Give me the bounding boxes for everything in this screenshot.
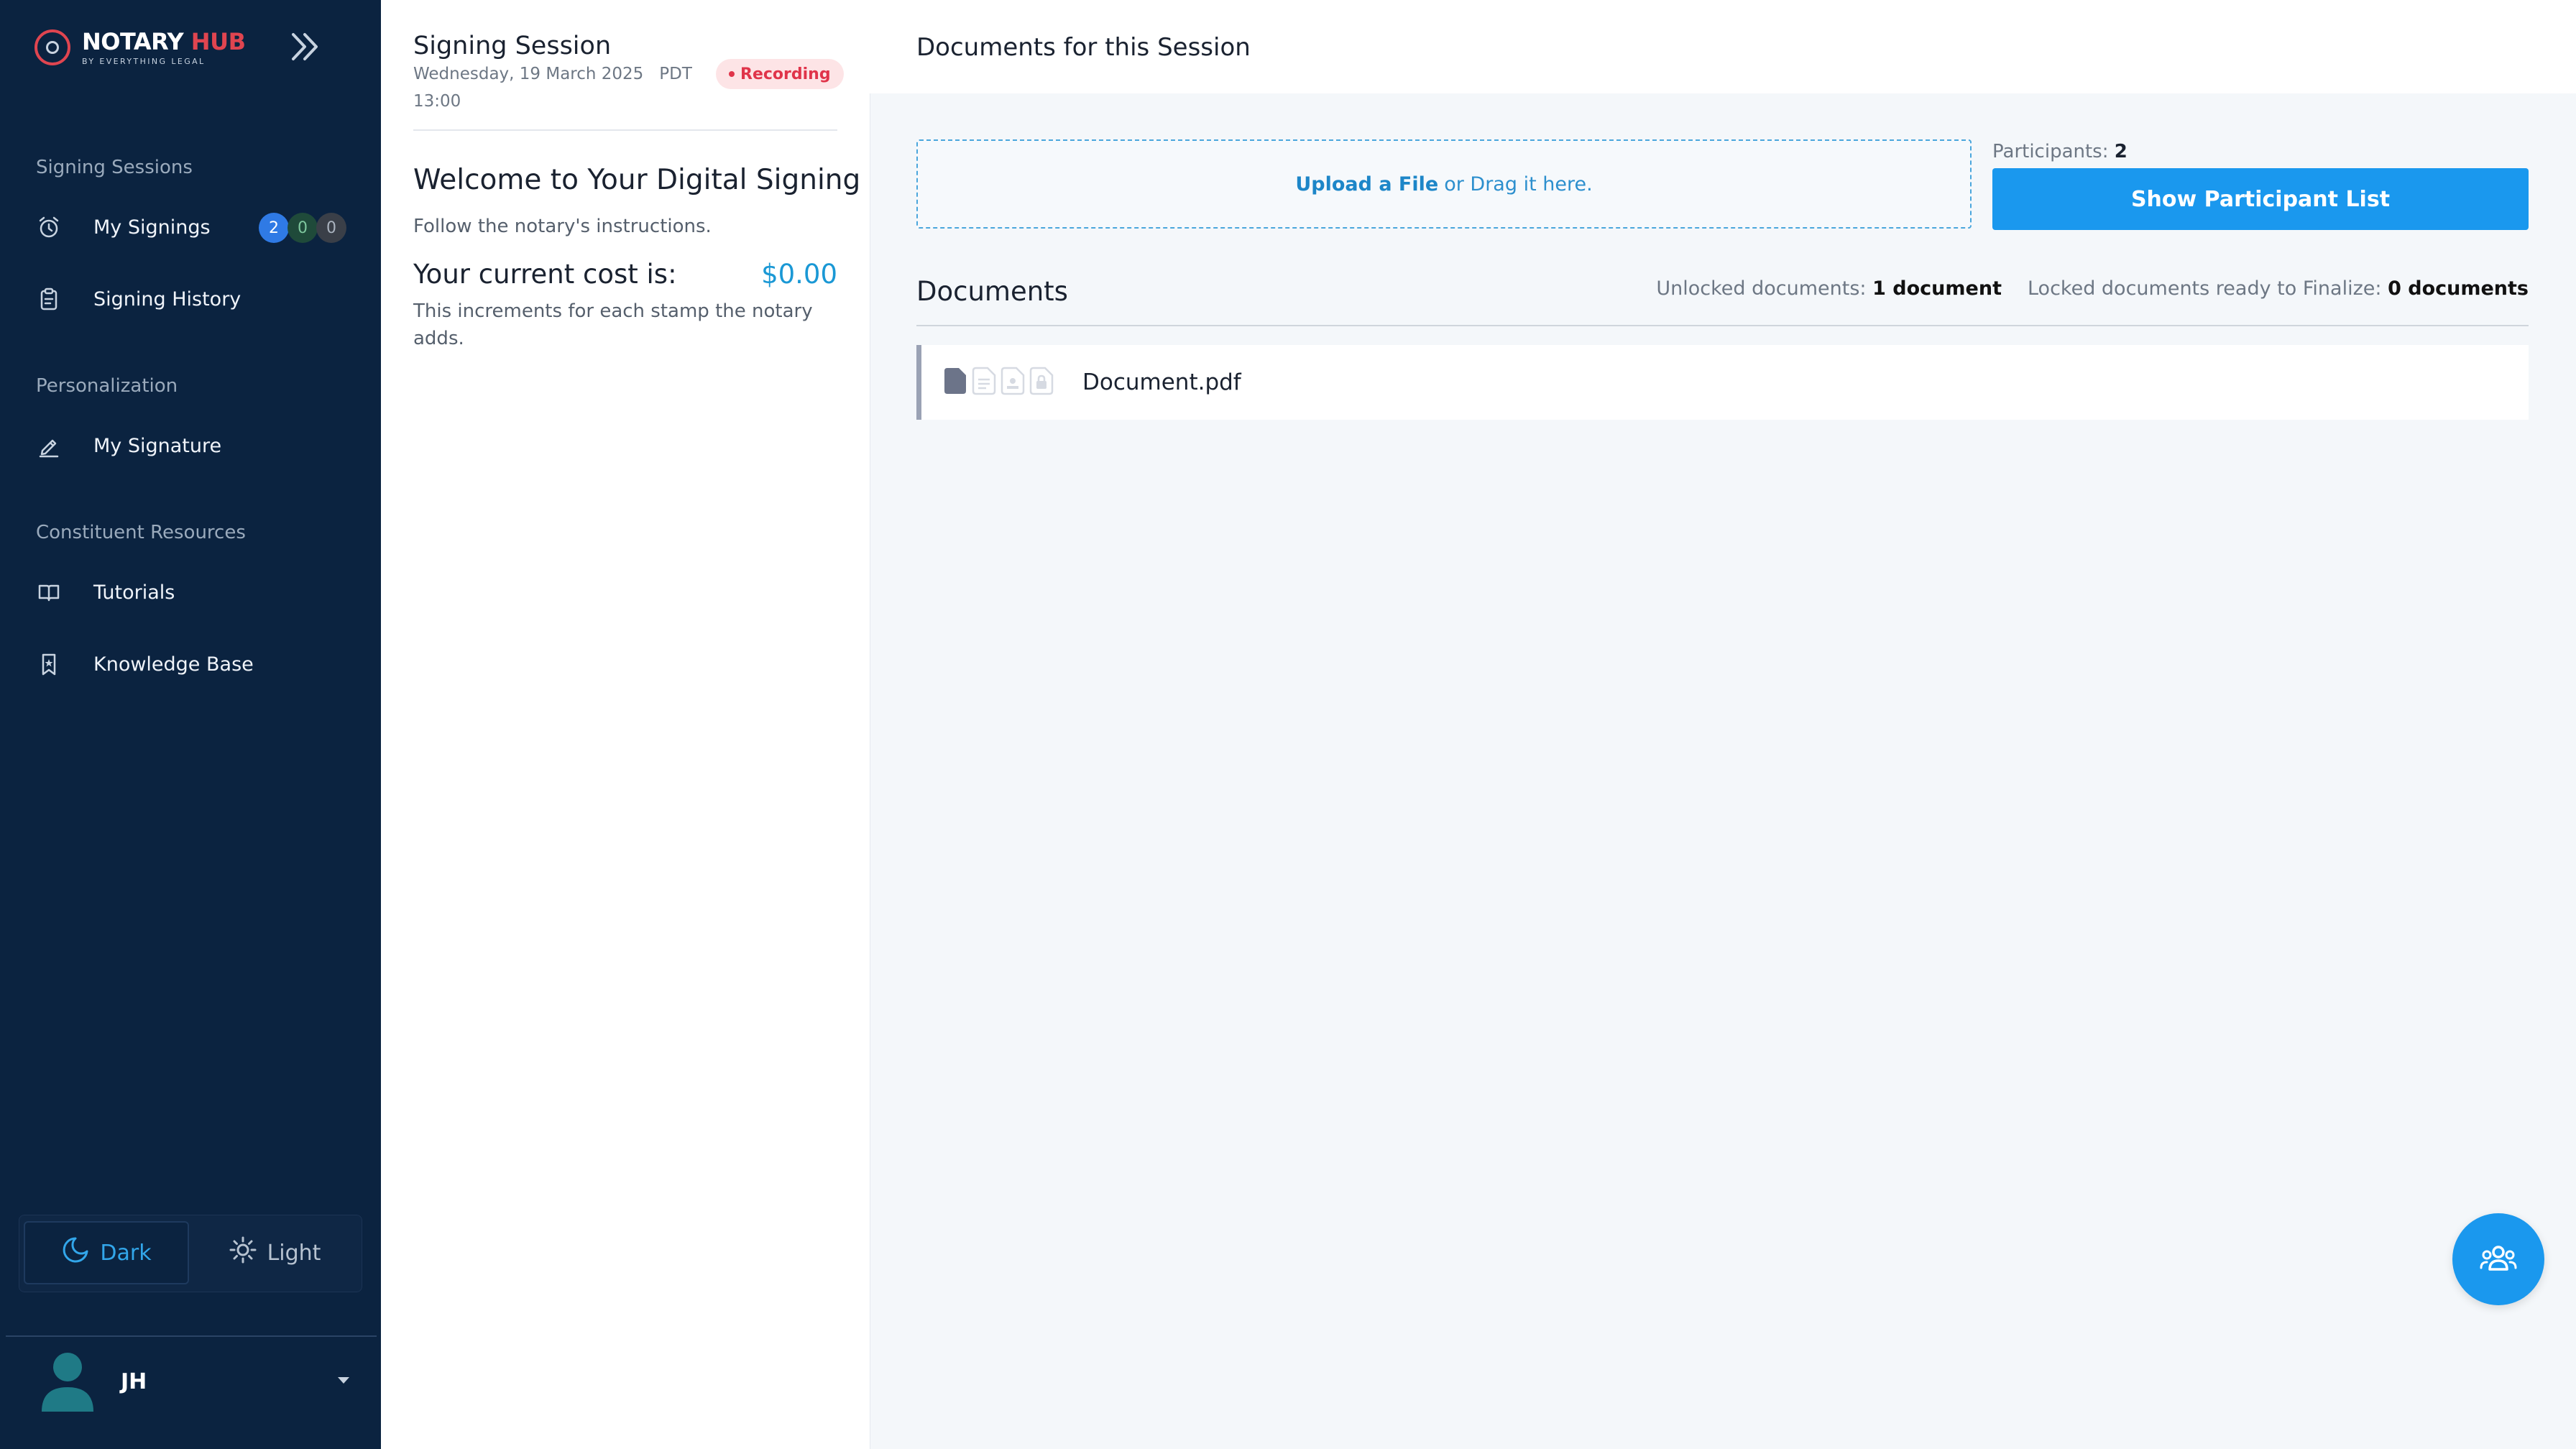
session-time: 13:00 xyxy=(413,92,461,111)
user-menu[interactable]: JH xyxy=(40,1351,349,1412)
avatar xyxy=(40,1351,95,1412)
session-panel: Signing Session Wednesday, 19 March 2025… xyxy=(381,0,870,1449)
session-title: Signing Session xyxy=(413,32,612,60)
user-initials: JH xyxy=(121,1368,147,1394)
sun-icon xyxy=(229,1236,257,1270)
user-divider xyxy=(6,1335,377,1337)
sidebar-item-tutorials[interactable]: Tutorials xyxy=(36,571,352,614)
documents-heading: Documents xyxy=(916,276,1068,307)
sidebar-item-label: Tutorials xyxy=(93,581,175,604)
main-header: Documents for this Session xyxy=(870,0,2576,93)
cost-note: This increments for each stamp the notar… xyxy=(413,300,813,349)
badge-completed: 0 xyxy=(288,213,318,243)
sidebar-item-my-signings[interactable]: My Signings 2 0 0 xyxy=(36,206,352,249)
brand-tagline: BY EVERYTHING LEGAL xyxy=(82,56,206,66)
theme-dark-button[interactable]: Dark xyxy=(24,1221,189,1284)
welcome-heading: Welcome to Your Digital Signing xyxy=(413,164,861,196)
chevron-down-icon[interactable] xyxy=(338,1377,349,1384)
badge-other: 0 xyxy=(316,213,346,243)
bookmark-icon xyxy=(36,651,62,677)
file-icon xyxy=(943,367,967,398)
users-icon xyxy=(2480,1242,2517,1276)
session-date: Wednesday, 19 March 2025 PDT xyxy=(413,65,692,83)
upload-hint: or Drag it here. xyxy=(1444,172,1593,196)
recording-dot-icon xyxy=(729,71,735,77)
document-status-icons xyxy=(943,367,1054,398)
badge-active: 2 xyxy=(259,213,289,243)
theme-light-button[interactable]: Light xyxy=(192,1221,357,1284)
brand-name: NOTARY HUB xyxy=(82,27,246,55)
clipboard-icon xyxy=(36,286,62,312)
logo-mark-icon xyxy=(34,29,70,65)
section-title-personalization: Personalization xyxy=(36,375,178,397)
participants-count: Participants: 2 xyxy=(1992,141,2128,162)
document-text-icon xyxy=(972,367,996,398)
divider xyxy=(916,325,2529,326)
sidebar-item-label: My Signature xyxy=(93,434,222,457)
upload-dropzone[interactable]: Upload a File or Drag it here. xyxy=(916,139,1972,229)
document-lock-icon xyxy=(1029,367,1054,398)
cost-value: $0.00 xyxy=(761,259,837,290)
sidebar: NOTARY HUB BY EVERYTHING LEGAL Signing S… xyxy=(0,0,381,1449)
participants-fab-button[interactable] xyxy=(2452,1213,2544,1305)
page-title: Documents for this Session xyxy=(916,33,1251,62)
document-name: Document.pdf xyxy=(1082,369,1241,395)
divider xyxy=(413,129,837,131)
theme-switcher: Dark Light xyxy=(19,1215,362,1292)
sidebar-item-label: Knowledge Base xyxy=(93,653,254,676)
alarm-clock-icon xyxy=(36,214,62,240)
show-participant-list-button[interactable]: Show Participant List xyxy=(1992,168,2529,230)
sidebar-item-label: Signing History xyxy=(93,288,242,310)
signing-count-badges: 2 0 0 xyxy=(259,213,346,243)
section-title-signing-sessions: Signing Sessions xyxy=(36,157,193,178)
moon-icon xyxy=(61,1236,90,1270)
logo[interactable]: NOTARY HUB BY EVERYTHING LEGAL xyxy=(34,26,246,69)
instructions-text: Follow the notary's instructions. xyxy=(413,216,712,237)
pen-icon xyxy=(36,433,62,459)
sidebar-item-label: My Signings xyxy=(93,216,211,239)
book-icon xyxy=(36,579,62,605)
section-title-constituent-resources: Constituent Resources xyxy=(36,522,246,543)
expand-sidebar-icon[interactable] xyxy=(288,30,323,63)
document-stats: Unlocked documents: 1 document Locked doc… xyxy=(1656,277,2529,300)
document-stamp-icon xyxy=(1000,367,1025,398)
sidebar-item-my-signature[interactable]: My Signature xyxy=(36,424,352,467)
sidebar-item-signing-history[interactable]: Signing History xyxy=(36,277,352,321)
document-row[interactable]: Document.pdf xyxy=(916,345,2529,420)
upload-file-link[interactable]: Upload a File xyxy=(1295,173,1438,196)
sidebar-item-knowledge-base[interactable]: Knowledge Base xyxy=(36,643,352,686)
recording-badge: Recording xyxy=(716,59,844,89)
cost-label: Your current cost is: xyxy=(413,259,677,290)
